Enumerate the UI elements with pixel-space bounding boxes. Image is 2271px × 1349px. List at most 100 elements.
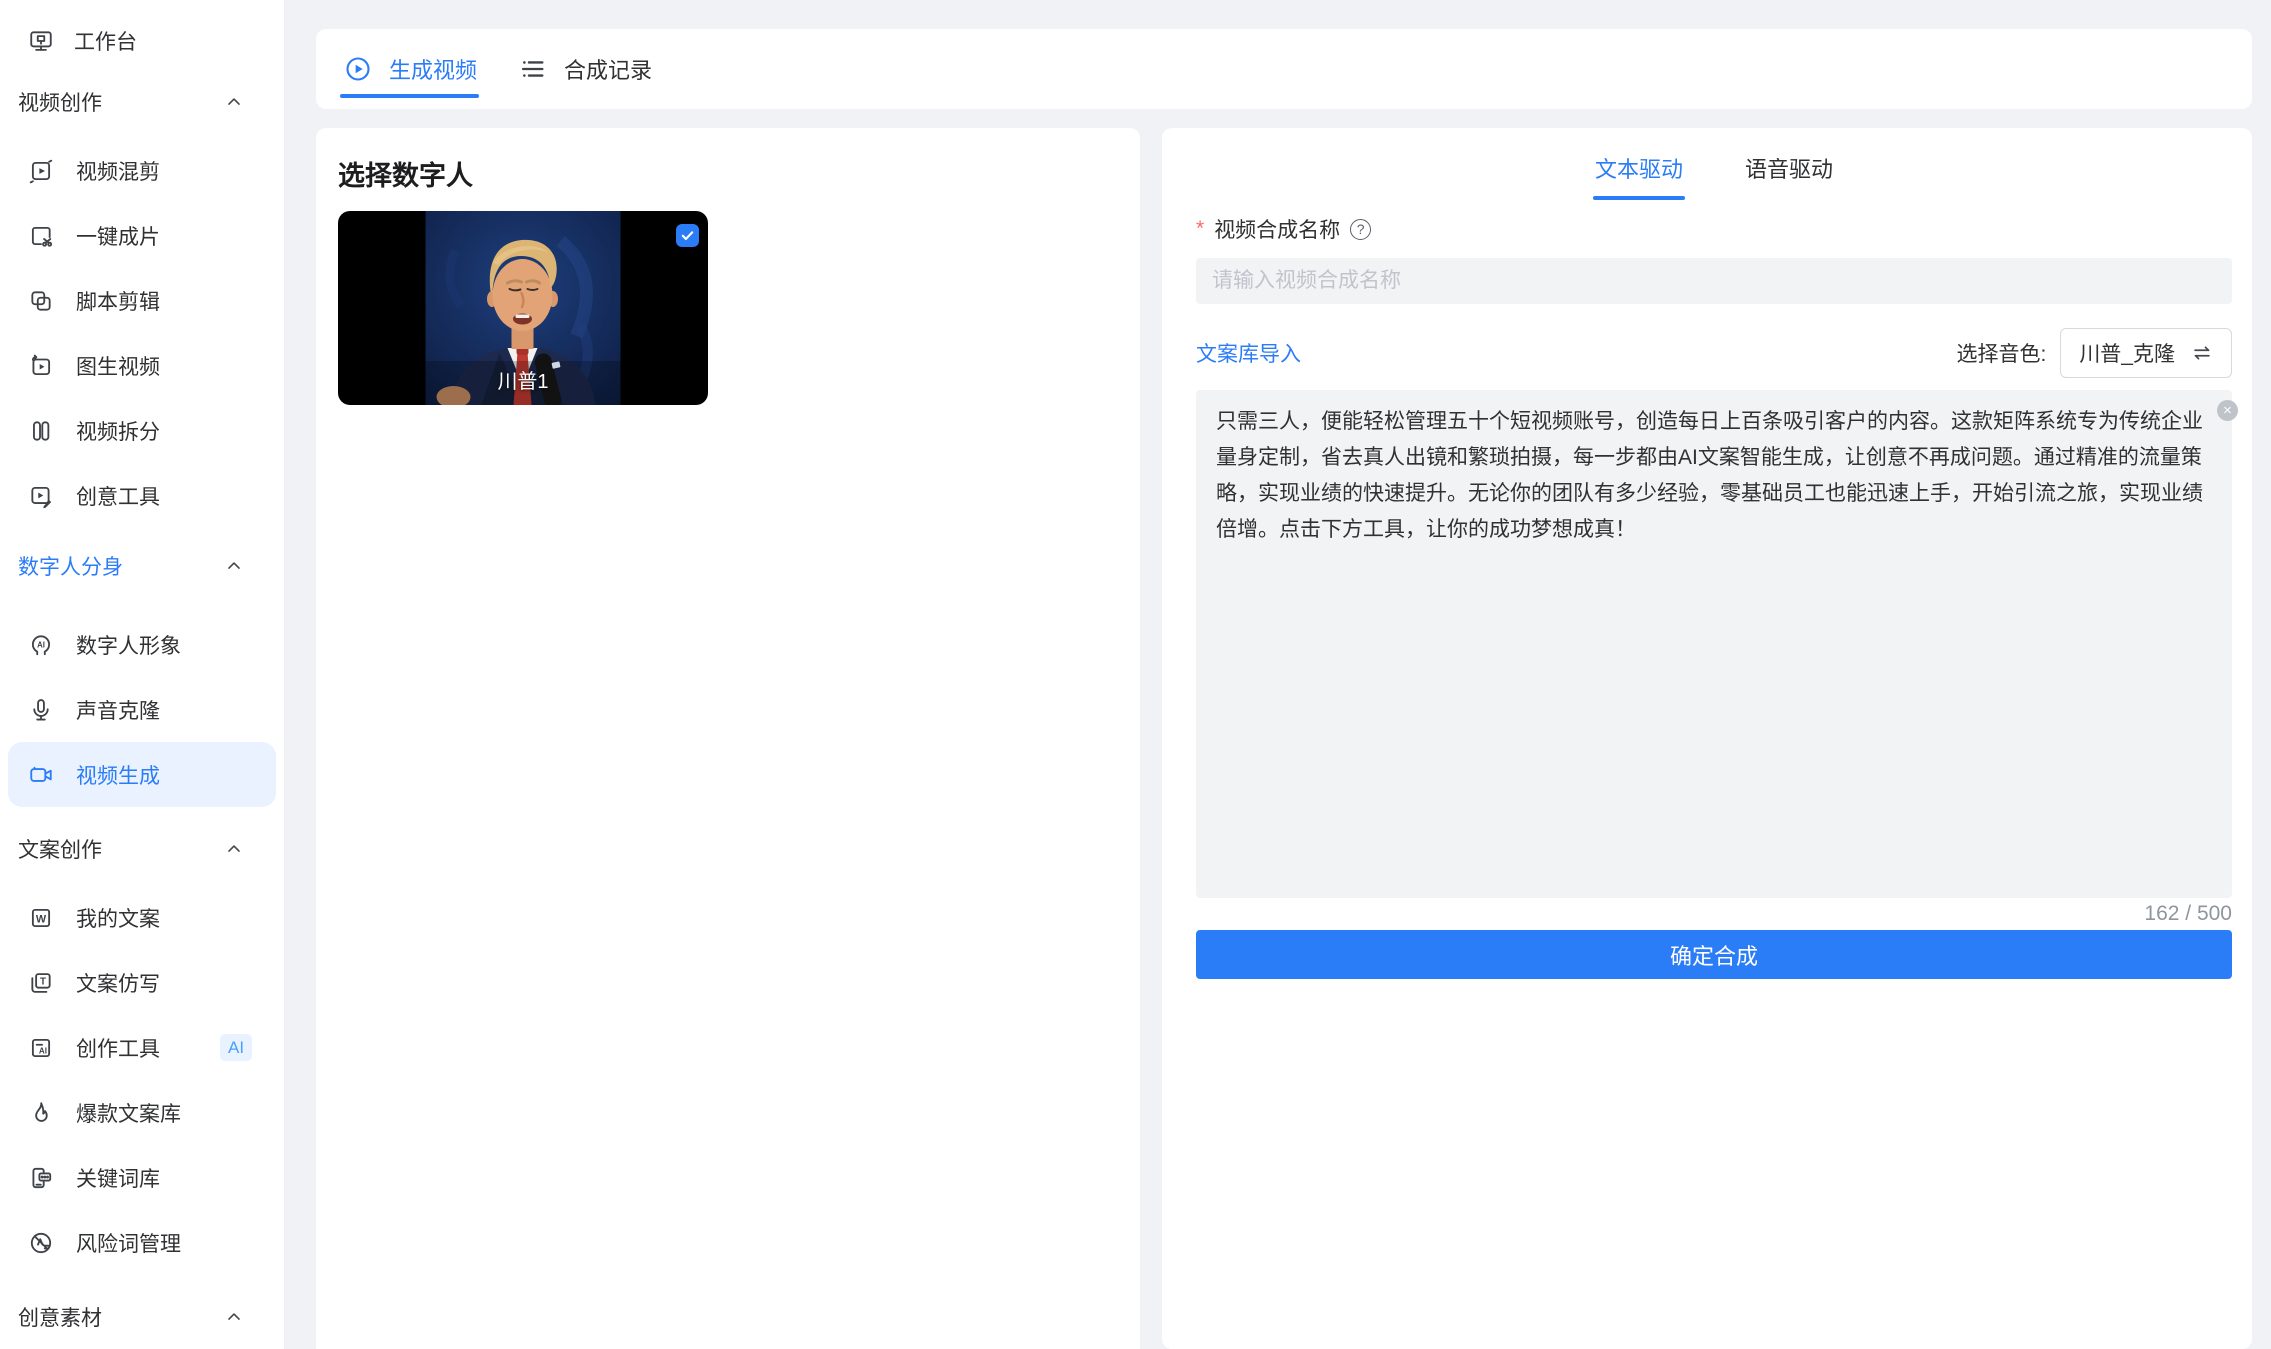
svg-text:T: T [40,976,46,987]
sidebar-item-creation-tools[interactable]: AI 创作工具 AI [8,1015,276,1080]
check-icon [680,228,695,243]
sidebar-item-label: 视频拆分 [76,416,160,446]
required-mark: * [1196,217,1204,241]
workbench-icon [28,28,54,54]
import-row: 文案库导入 选择音色: 川普_克隆 [1196,328,2232,378]
ai-badge: AI [220,1034,252,1061]
sidebar-item-label: 图生视频 [76,351,160,381]
sidebar-item-label: 脚本剪辑 [76,286,160,316]
keyword-library-icon [28,1165,54,1191]
sidebar-item-label: 声音克隆 [76,695,160,725]
chevron-up-icon [224,556,244,576]
tab-label: 生成视频 [389,53,477,85]
risk-words-icon [28,1230,54,1256]
selected-checkbox[interactable] [676,224,699,247]
swap-arrows-icon [2191,342,2213,364]
chevron-up-icon [224,92,244,112]
sidebar-item-label: 爆款文案库 [76,1098,181,1128]
top-tab-bar: 生成视频 合成记录 [316,29,2252,109]
script-textarea[interactable]: 只需三人，便能轻松管理五十个短视频账号，创造每日上百条吸引客户的内容。这款矩阵系… [1196,390,2232,898]
sidebar-section-digital-human[interactable]: 数字人分身 [0,540,284,592]
voice-select-label: 选择音色: [1956,338,2046,368]
video-split-icon [28,418,54,444]
help-icon[interactable]: ? [1350,219,1371,240]
confirm-synthesis-button[interactable]: 确定合成 [1196,930,2232,979]
digital-human-panel: 选择数字人 [316,128,1140,1349]
sidebar-item-label: 风险词管理 [76,1228,181,1258]
voice-select-value: 川普_克隆 [2079,338,2175,368]
sidebar-item-workbench[interactable]: 工作台 [0,10,284,72]
sidebar-section-video-creation[interactable]: 视频创作 [0,76,284,128]
tab-generate-video[interactable]: 生成视频 [344,29,477,109]
sidebar-item-label: 视频生成 [76,760,160,790]
sidebar-item-label: 视频混剪 [76,156,160,186]
clear-icon[interactable]: × [2217,400,2238,421]
sidebar-group-video-creation: 视频混剪 一键成片 脚本剪辑 [0,138,284,528]
sidebar-item-digital-human-image[interactable]: AI 数字人形象 [8,612,276,677]
sidebar-item-video-split[interactable]: 视频拆分 [8,398,276,463]
script-edit-icon [28,288,54,314]
chevron-up-icon [224,1307,244,1327]
sidebar-item-copy-imitate[interactable]: T 文案仿写 [8,950,276,1015]
svg-text:W: W [36,913,47,925]
script-area: 只需三人，便能轻松管理五十个短视频账号，创造每日上百条吸引客户的内容。这款矩阵系… [1196,390,2232,898]
sidebar-section-creative-assets[interactable]: 创意素材 [0,1291,284,1343]
char-counter-value: 162 / 500 [2144,902,2232,926]
sidebar-item-image-to-video[interactable]: 图生视频 [8,333,276,398]
chevron-up-icon [224,839,244,859]
digital-human-name: 川普1 [338,365,708,394]
video-generate-icon [28,762,54,788]
voice-clone-icon [28,697,54,723]
voice-box: 选择音色: 川普_克隆 [1956,328,2232,378]
sidebar-item-video-generate[interactable]: 视频生成 [8,742,276,807]
tab-label: 合成记录 [564,53,652,85]
my-copy-icon: W [28,905,54,931]
main-area: 生成视频 合成记录 选择数字人 [285,0,2271,1349]
sidebar-item-hot-copy-library[interactable]: 爆款文案库 [8,1080,276,1145]
section-label: 创意素材 [18,1302,102,1332]
sidebar-item-creative-tools[interactable]: 创意工具 [8,463,276,528]
svg-text:AI: AI [37,640,45,649]
content-row: 选择数字人 [316,128,2252,1349]
sidebar-item-label: 工作台 [74,26,137,56]
image-to-video-icon [28,353,54,379]
digital-human-card[interactable]: 川普1 [338,211,708,405]
sidebar-item-voice-clone[interactable]: 声音克隆 [8,677,276,742]
video-name-input[interactable] [1196,258,2232,304]
play-circle-icon [344,55,372,83]
sidebar-item-keyword-library[interactable]: 关键词库 [8,1145,276,1210]
creative-tools-icon [28,483,54,509]
sidebar: 工作台 视频创作 视频混剪 [0,0,285,1349]
app-root: 工作台 视频创作 视频混剪 [0,0,2271,1349]
sidebar-item-risk-words[interactable]: 风险词管理 [8,1210,276,1275]
sidebar-section-copywriting[interactable]: 文案创作 [0,823,284,875]
sidebar-group-copywriting: W 我的文案 T 文案仿写 AI 创作工具 AI [0,885,284,1275]
sidebar-item-label: 创意工具 [76,481,160,511]
synthesis-form-panel: 文本驱动 语音驱动 * 视频合成名称 ? 文案库导入 选择音色: 川普_克隆 [1162,128,2252,1349]
import-from-library-link[interactable]: 文案库导入 [1196,338,1301,368]
sidebar-item-one-click-film[interactable]: 一键成片 [8,203,276,268]
list-record-icon [519,55,547,83]
tab-synthesis-record[interactable]: 合成记录 [519,29,652,109]
sidebar-item-my-copy[interactable]: W 我的文案 [8,885,276,950]
drive-tabs: 文本驱动 语音驱动 [1196,142,2232,200]
sidebar-item-video-mix[interactable]: 视频混剪 [8,138,276,203]
sidebar-item-label: 关键词库 [76,1163,160,1193]
creation-tools-icon: AI [28,1035,54,1061]
sidebar-item-label: 我的文案 [76,903,160,933]
flame-icon [28,1100,54,1126]
video-mix-icon [28,158,54,184]
section-label: 数字人分身 [18,551,123,581]
one-click-film-icon [28,223,54,249]
voice-select[interactable]: 川普_克隆 [2060,328,2232,378]
char-counter: 162 / 500 [1196,898,2232,930]
section-label: 文案创作 [18,834,102,864]
sidebar-item-script-edit[interactable]: 脚本剪辑 [8,268,276,333]
panel-title: 选择数字人 [338,154,1118,193]
digital-human-icon: AI [28,632,54,658]
sidebar-group-digital-human: AI 数字人形象 声音克隆 视频生成 [0,612,284,807]
tab-voice-drive[interactable]: 语音驱动 [1743,142,1835,200]
tab-text-drive[interactable]: 文本驱动 [1593,142,1685,200]
svg-text:AI: AI [39,1046,47,1055]
video-name-label: 视频合成名称 [1214,214,1340,244]
